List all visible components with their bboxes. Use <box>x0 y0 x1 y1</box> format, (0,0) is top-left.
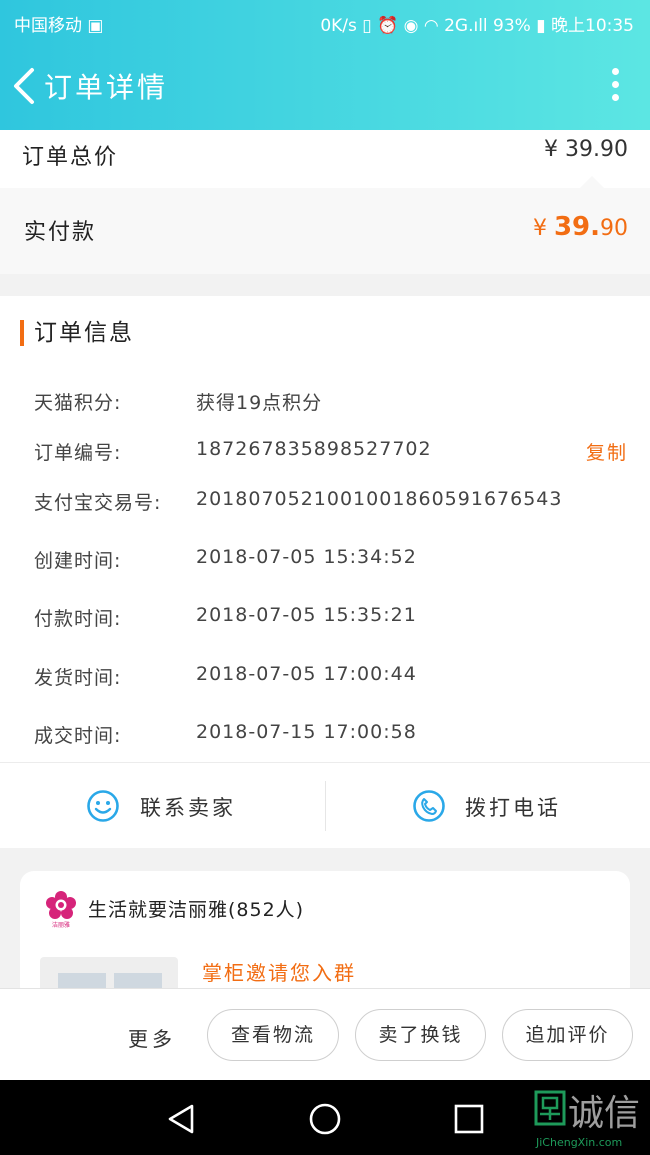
order-info-title: 订单信息 <box>20 320 134 346</box>
group-name: 生活就要洁丽雅(852人) <box>88 899 305 921</box>
info-row-created-time: 创建时间: 2018-07-05 15:34:52 <box>0 546 650 576</box>
page-title: 订单详情 <box>44 71 169 104</box>
info-row-order-number: 订单编号: 187267835898527702 复制 <box>0 438 650 468</box>
info-row-tmall-points: 天猫积分: 获得19点积分 <box>0 388 650 418</box>
nav-recents-icon[interactable] <box>452 1102 486 1136</box>
status-indicators: 0K/s ▯ ⏰ ◉ ◠ 2G.ıll 93% ▮ 晚上10:35 <box>320 16 634 36</box>
paid-integer: 39. <box>553 212 600 242</box>
group-invite-text[interactable]: 掌柜邀请您入群 <box>202 957 356 986</box>
call-phone-label: 拨打电话 <box>465 796 561 820</box>
info-value: 2018-07-05 17:00:44 <box>196 663 417 685</box>
info-key: 成交时间: <box>34 725 122 747</box>
info-key: 支付宝交易号: <box>34 492 162 514</box>
paid-decimal: 90 <box>600 216 628 241</box>
contact-seller-label: 联系卖家 <box>140 796 236 820</box>
paid-currency: ¥ <box>532 216 554 241</box>
info-row-paid-time: 付款时间: 2018-07-05 15:35:21 <box>0 604 650 634</box>
info-key: 天猫积分: <box>34 392 122 414</box>
copy-button[interactable]: 复制 <box>586 438 628 465</box>
nav-back-icon[interactable] <box>164 1102 198 1136</box>
info-key: 发货时间: <box>34 667 122 689</box>
phone-icon <box>413 790 445 822</box>
order-total-row: 订单总价 ¥ 39.90 <box>0 130 650 189</box>
bottom-action-bar: 更多 查看物流 卖了换钱 追加评价 <box>0 988 650 1081</box>
actual-payment-row: 实付款 ¥ 39.90 <box>0 176 650 274</box>
price-summary-card: 订单总价 ¥ 39.90 实付款 ¥ 39.90 <box>0 130 650 274</box>
shop-group-card[interactable]: 洁丽雅 生活就要洁丽雅(852人) 掌柜邀请您入群 <box>20 871 630 1013</box>
caret-up-icon <box>580 176 604 188</box>
info-value: 2018-07-05 15:34:52 <box>196 546 417 568</box>
order-total-value: ¥ 39.90 <box>544 137 628 162</box>
info-value: 2018-07-15 17:00:58 <box>196 721 417 743</box>
info-key: 付款时间: <box>34 608 122 630</box>
app-header: 订单详情 <box>0 44 650 130</box>
info-value: 2018070521001001860591676543 <box>196 488 563 510</box>
info-row-shipped-time: 发货时间: 2018-07-05 17:00:44 <box>0 663 650 693</box>
contact-seller-button[interactable]: 联系卖家 <box>0 763 325 849</box>
more-button[interactable]: 更多 <box>128 1023 176 1052</box>
info-value: 187267835898527702 <box>196 438 432 460</box>
watermark-subtext: JiChengXin.com <box>536 1136 623 1149</box>
status-bar: 中国移动 ▣ 0K/s ▯ ⏰ ◉ ◠ 2G.ıll 93% ▮ 晚上10:35 <box>0 0 650 44</box>
chat-smiley-icon <box>87 790 119 822</box>
order-total-label: 订单总价 <box>22 145 119 170</box>
more-menu-icon[interactable] <box>610 68 620 104</box>
info-value: 获得19点积分 <box>196 392 323 414</box>
info-key: 订单编号: <box>34 442 122 464</box>
order-info-card: 订单信息 天猫积分: 获得19点积分 订单编号: 187267835898527… <box>0 296 650 848</box>
contact-action-bar: 联系卖家 拨打电话 <box>0 762 650 849</box>
watermark-logo: 诚信 JiChengXin.com <box>532 1082 648 1152</box>
actual-payment-label: 实付款 <box>24 220 97 245</box>
watermark-text: 诚信 <box>568 1093 641 1134</box>
carrier-label: 中国移动 ▣ <box>14 16 104 36</box>
resell-button[interactable]: 卖了换钱 <box>355 1009 486 1061</box>
call-phone-button[interactable]: 拨打电话 <box>325 763 650 849</box>
back-arrow-icon[interactable] <box>10 66 38 106</box>
add-review-button[interactable]: 追加评价 <box>502 1009 633 1061</box>
info-key: 创建时间: <box>34 550 122 572</box>
watermark-stamp-icon <box>534 1090 566 1126</box>
logo-caption: 洁丽雅 <box>52 921 70 929</box>
nav-home-icon[interactable] <box>308 1102 342 1136</box>
brand-logo-icon: 洁丽雅 <box>46 891 76 929</box>
actual-payment-value: ¥ 39.90 <box>533 212 628 242</box>
info-value: 2018-07-05 15:35:21 <box>196 604 417 626</box>
info-row-alipay-trade-number: 支付宝交易号: 2018070521001001860591676543 <box>0 488 650 518</box>
info-row-completed-time: 成交时间: 2018-07-15 17:00:58 <box>0 721 650 751</box>
view-logistics-button[interactable]: 查看物流 <box>207 1009 339 1061</box>
